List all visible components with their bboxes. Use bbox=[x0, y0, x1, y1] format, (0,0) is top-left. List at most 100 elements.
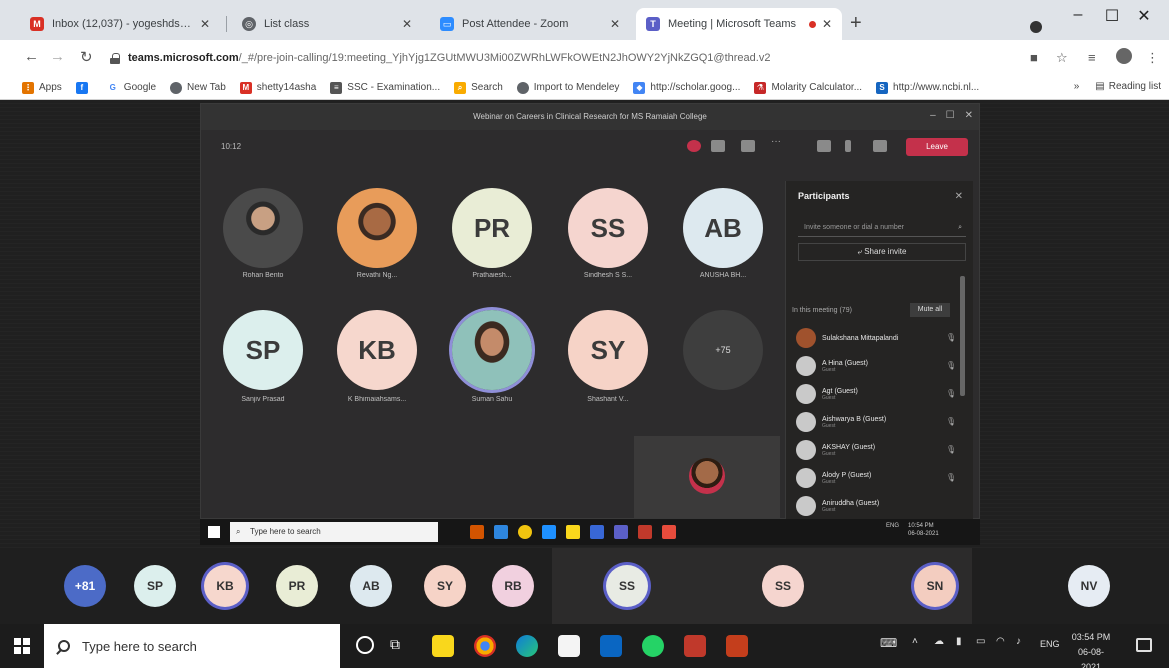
chrome-icon[interactable] bbox=[474, 635, 496, 657]
bookmark-apps[interactable]: ⋮ Apps bbox=[22, 81, 62, 94]
tab-list-class[interactable]: ◎ List class ✕ bbox=[232, 8, 422, 40]
tab-zoom[interactable]: ▭ Post Attendee - Zoom ✕ bbox=[430, 8, 630, 40]
strip-avatar[interactable]: AB bbox=[350, 565, 392, 607]
participant-avatar-sy[interactable]: SY bbox=[568, 310, 648, 390]
chat-icon[interactable] bbox=[711, 140, 725, 152]
strip-avatar[interactable]: SS bbox=[606, 565, 648, 607]
close-icon[interactable]: ✕ bbox=[822, 17, 832, 31]
reload-icon[interactable]: ↻ bbox=[80, 48, 93, 66]
wifi-icon[interactable]: ◠ bbox=[996, 636, 1005, 647]
participant-avatar-pr[interactable]: PR bbox=[452, 188, 532, 268]
profile-avatar[interactable] bbox=[1116, 48, 1132, 64]
close-icon[interactable]: ✕ bbox=[200, 17, 210, 31]
participant-row[interactable]: Agt (Guest) Guest 🎙 bbox=[796, 381, 964, 407]
window-close-button[interactable]: ✕ bbox=[1124, 6, 1164, 26]
participant-avatar-sp[interactable]: SP bbox=[223, 310, 303, 390]
bookmark-molarity[interactable]: ⚗ Molarity Calculator... bbox=[754, 81, 862, 94]
menu-kebab-icon[interactable]: ⋮ bbox=[1146, 50, 1159, 66]
participant-tile-photo-2[interactable] bbox=[337, 188, 417, 268]
participant-row[interactable]: Aishwarya B (Guest) Guest 🎙 bbox=[796, 409, 964, 435]
participant-avatar-ab[interactable]: AB bbox=[683, 188, 763, 268]
participants-icon[interactable] bbox=[687, 140, 701, 152]
participant-row[interactable]: A Hina (Guest) Guest 🎙 bbox=[796, 353, 964, 379]
notifications-icon[interactable] bbox=[1136, 638, 1152, 652]
task-view-icon[interactable]: ⧉ bbox=[390, 636, 400, 653]
language-indicator[interactable]: ENG bbox=[1040, 639, 1060, 649]
restore-icon[interactable]: ☐ bbox=[946, 110, 955, 121]
reading-mode-icon[interactable]: ≡ bbox=[1088, 50, 1096, 65]
file-explorer-icon[interactable] bbox=[432, 635, 454, 657]
participant-row[interactable]: AKSHAY (Guest) Guest 🎙 bbox=[796, 437, 964, 463]
bookmark-scholar[interactable]: ◆ http://scholar.goog... bbox=[633, 81, 740, 94]
close-icon[interactable]: ✕ bbox=[610, 17, 620, 31]
mail-icon[interactable] bbox=[600, 635, 622, 657]
new-tab-button[interactable]: + bbox=[850, 12, 862, 35]
close-icon[interactable]: ✕ bbox=[955, 191, 963, 202]
cloud-icon[interactable]: ☁ bbox=[934, 636, 944, 647]
tab-gmail[interactable]: M Inbox (12,037) - yogeshdshetty@ ✕ bbox=[20, 8, 220, 40]
mute-all-button[interactable]: Mute all bbox=[910, 303, 950, 317]
bookmark-mendeley[interactable]: Import to Mendeley bbox=[516, 81, 619, 94]
taskbar-clock[interactable]: 03:54 PM 06-08-2021 bbox=[1068, 630, 1114, 668]
chevron-up-icon[interactable]: ˄ bbox=[912, 636, 918, 647]
taskbar-search-box[interactable]: Type here to search bbox=[44, 624, 340, 668]
strip-avatar[interactable]: SS bbox=[762, 565, 804, 607]
volume-icon[interactable]: ♪ bbox=[1016, 636, 1021, 647]
forward-arrow-icon[interactable]: → bbox=[50, 48, 65, 65]
participant-tile-photo-1[interactable] bbox=[223, 188, 303, 268]
powerpoint-icon[interactable] bbox=[726, 635, 748, 657]
keyboard-icon[interactable]: ⌨ bbox=[880, 636, 897, 650]
bookmark-ssc[interactable]: ≡ SSC - Examination... bbox=[330, 81, 440, 94]
strip-avatar[interactable]: SY bbox=[424, 565, 466, 607]
strip-avatar[interactable]: RB bbox=[492, 565, 534, 607]
participant-avatar-ss[interactable]: SS bbox=[568, 188, 648, 268]
star-icon[interactable]: ☆ bbox=[1056, 50, 1068, 66]
participant-row[interactable]: Aniruddha (Guest) Guest bbox=[796, 493, 964, 519]
leave-button[interactable]: Leave bbox=[906, 138, 968, 156]
more-bookmarks-icon[interactable]: » bbox=[1074, 81, 1080, 92]
share-screen-icon[interactable] bbox=[873, 140, 887, 152]
panel-scrollbar[interactable] bbox=[960, 276, 965, 396]
minimize-icon[interactable]: – bbox=[930, 110, 936, 121]
camera-icon[interactable]: ■ bbox=[1030, 50, 1038, 65]
more-participants-tile[interactable]: +75 bbox=[683, 310, 763, 390]
record-icon[interactable] bbox=[1030, 21, 1042, 33]
cortana-icon[interactable] bbox=[356, 636, 374, 654]
edge-icon[interactable] bbox=[516, 635, 538, 657]
store-icon[interactable] bbox=[558, 635, 580, 657]
strip-avatar[interactable]: SN bbox=[914, 565, 956, 607]
participant-row[interactable]: Sulakshana Mittapalandi 🎙 bbox=[796, 325, 964, 351]
close-icon[interactable]: ✕ bbox=[402, 17, 412, 31]
strip-avatar[interactable]: KB bbox=[204, 565, 246, 607]
bookmark-search[interactable]: ⌕ Search bbox=[454, 81, 503, 94]
participant-row[interactable]: Alody P (Guest) Guest 🎙 bbox=[796, 465, 964, 491]
strip-avatar[interactable]: +81 bbox=[64, 565, 106, 607]
in-meeting-section[interactable]: In this meeting (79) bbox=[792, 307, 852, 314]
participant-tile-photo-3[interactable] bbox=[452, 310, 532, 390]
share-invite-button[interactable]: ⤶ Share invite bbox=[798, 243, 966, 261]
bookmark-new-tab[interactable]: New Tab bbox=[170, 81, 226, 94]
bookmark-facebook[interactable]: f bbox=[75, 81, 93, 94]
self-view-video[interactable] bbox=[634, 436, 780, 518]
strip-avatar[interactable]: NV bbox=[1068, 565, 1110, 607]
bookmark-google[interactable]: G Google bbox=[106, 81, 156, 94]
participant-avatar-kb[interactable]: KB bbox=[337, 310, 417, 390]
whatsapp-icon[interactable] bbox=[642, 635, 664, 657]
reactions-icon[interactable] bbox=[741, 140, 755, 152]
back-arrow-icon[interactable]: ← bbox=[24, 48, 39, 65]
more-options-icon[interactable]: ··· bbox=[771, 136, 785, 148]
battery-icon[interactable]: ▮ bbox=[956, 636, 962, 647]
mic-icon[interactable] bbox=[845, 140, 851, 152]
strip-avatar[interactable]: PR bbox=[276, 565, 318, 607]
address-bar[interactable]: teams.microsoft.com /_#/pre-join-calling… bbox=[110, 46, 1010, 70]
reading-list-button[interactable]: » ▤ Reading list bbox=[1074, 81, 1161, 92]
windows-start-icon[interactable] bbox=[14, 638, 30, 654]
invite-search-input[interactable]: Invite someone or dial a number ⌕ bbox=[798, 219, 966, 237]
display-icon[interactable]: ▭ bbox=[976, 636, 985, 647]
bookmark-gmail[interactable]: Mshetty14asha bbox=[239, 81, 316, 94]
pdf-icon[interactable] bbox=[684, 635, 706, 657]
bookmark-ncbi[interactable]: Shttp://www.ncbi.nl... bbox=[876, 81, 979, 94]
camera-off-icon[interactable] bbox=[817, 140, 831, 152]
close-icon[interactable]: ✕ bbox=[965, 110, 973, 121]
strip-avatar[interactable]: SP bbox=[134, 565, 176, 607]
